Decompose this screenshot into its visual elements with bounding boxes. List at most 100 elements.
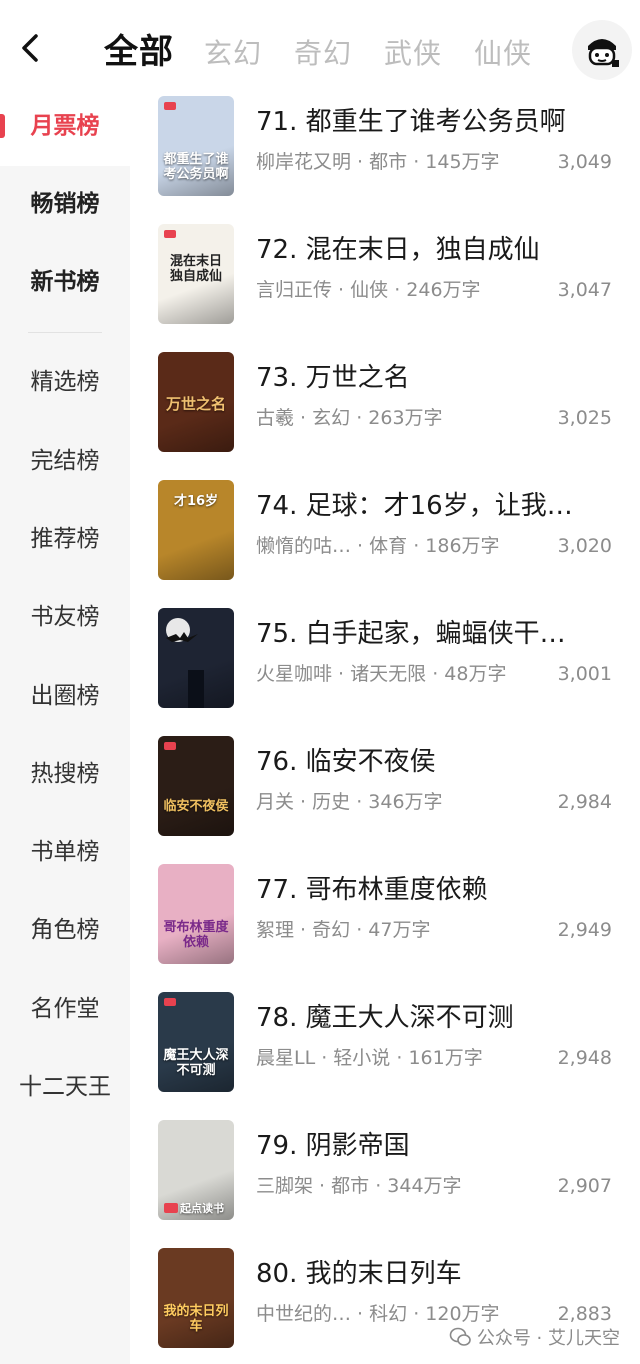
book-title: 80. 我的末日列车	[256, 1259, 462, 1289]
vote-count: 3,025	[557, 407, 612, 429]
book-genre: 诸天无限	[350, 663, 427, 685]
book-meta: 三脚架 · 都市 · 344万字	[256, 1175, 462, 1197]
book-author: 月关	[256, 791, 295, 813]
book-row[interactable]: 都重生了谁考公务员啊 71. 都重生了谁考公务员啊 柳岸花又明 · 都市 · 1…	[130, 96, 640, 224]
book-row[interactable]: 才16岁 74. 足球：才16岁，让我… 懒惰的咕… · 体育 · 186万字 …	[130, 480, 640, 608]
publisher-tag-icon	[164, 998, 176, 1006]
book-cover: 都重生了谁考公务员啊	[158, 96, 234, 196]
tab-label: 玄幻	[204, 37, 263, 70]
book-genre: 科幻	[369, 1303, 408, 1325]
sidebar-item-bestseller[interactable]: 畅销榜	[0, 188, 130, 220]
book-cover: 万世之名	[158, 352, 234, 452]
publisher-tag-icon	[164, 1203, 178, 1213]
sidebar-item-characters[interactable]: 角色榜	[0, 914, 130, 946]
top-bar: 全部 玄幻 奇幻 武侠 仙侠	[0, 0, 640, 96]
cover-title: 魔王大人深不可测	[163, 1048, 229, 1078]
book-row[interactable]: 临安不夜侯 76. 临安不夜侯 月关 · 历史 · 346万字 2,984	[130, 736, 640, 864]
book-word-count: 145万字	[425, 151, 500, 173]
book-meta: 晨星LL · 轻小说 · 161万字	[256, 1047, 483, 1069]
book-genre: 仙侠	[350, 279, 389, 301]
sidebar-item-booklist[interactable]: 书单榜	[0, 836, 130, 868]
sidebar-item-completed[interactable]: 完结榜	[0, 445, 130, 477]
category-tabs: 全部 玄幻 奇幻 武侠 仙侠	[104, 24, 564, 74]
cover-title: 才16岁	[173, 494, 219, 509]
book-cover: 哥布林重度依赖	[158, 864, 234, 964]
book-author: 晨星LL	[256, 1047, 316, 1069]
book-word-count: 246万字	[406, 279, 481, 301]
book-row[interactable]: 起点读书 79. 阴影帝国 三脚架 · 都市 · 344万字 2,907	[130, 1120, 640, 1248]
avatar-button[interactable]	[572, 20, 632, 80]
book-word-count: 186万字	[425, 535, 500, 557]
tab-xuanhuan[interactable]: 玄幻	[204, 34, 262, 74]
book-title: 78. 魔王大人深不可测	[256, 1003, 514, 1033]
book-row[interactable]: 75. 白手起家，蝙蝠侠干… 火星咖啡 · 诸天无限 · 48万字 3,001	[130, 608, 640, 736]
tab-xianxia[interactable]: 仙侠	[474, 34, 532, 74]
cover-title: 都重生了谁考公务员啊	[163, 152, 229, 182]
tab-qihuan[interactable]: 奇幻	[294, 34, 352, 74]
vote-count: 3,001	[557, 663, 612, 685]
book-cover: 起点读书	[158, 1120, 234, 1220]
book-meta: 懒惰的咕… · 体育 · 186万字	[256, 535, 500, 557]
book-row[interactable]: 魔王大人深不可测 78. 魔王大人深不可测 晨星LL · 轻小说 · 161万字…	[130, 992, 640, 1120]
sidebar-item-hall-of-fame[interactable]: 名作堂	[0, 993, 130, 1025]
vote-count: 2,907	[557, 1175, 612, 1197]
book-author: 三脚架	[256, 1175, 314, 1197]
book-genre: 玄幻	[312, 407, 351, 429]
book-cover: 我的末日列车	[158, 1248, 234, 1348]
book-meta: 火星咖啡 · 诸天无限 · 48万字	[256, 663, 507, 685]
book-title: 72. 混在末日，独自成仙	[256, 235, 540, 265]
book-author: 柳岸花又明	[256, 151, 352, 173]
book-row[interactable]: 混在末日 独自成仙 72. 混在末日，独自成仙 言归正传 · 仙侠 · 246万…	[130, 224, 640, 352]
sidebar-item-breakout[interactable]: 出圈榜	[0, 680, 130, 712]
book-meta: 絮理 · 奇幻 · 47万字	[256, 919, 431, 941]
book-word-count: 263万字	[368, 407, 443, 429]
book-row[interactable]: 万世之名 73. 万世之名 古羲 · 玄幻 · 263万字 3,025	[130, 352, 640, 480]
book-genre: 都市	[369, 151, 408, 173]
book-author: 火星咖啡	[256, 663, 333, 685]
sidebar-item-reader-friends[interactable]: 书友榜	[0, 601, 130, 633]
publisher-tag-icon	[164, 230, 176, 238]
book-genre: 奇幻	[312, 919, 351, 941]
wechat-icon	[449, 1327, 471, 1346]
tab-label: 仙侠	[474, 37, 533, 70]
book-word-count: 346万字	[368, 791, 443, 813]
book-cover	[158, 608, 234, 708]
ranking-sidebar: 月票榜 畅销榜 新书榜 精选榜 完结榜 推荐榜 书友榜 出圈榜 热搜榜 书单榜 …	[0, 96, 130, 1364]
tab-all[interactable]: 全部	[104, 30, 174, 74]
mascot-avatar-icon	[588, 39, 619, 67]
book-title: 71. 都重生了谁考公务员啊	[256, 107, 566, 137]
vote-count: 2,948	[557, 1047, 612, 1069]
watermark-text: 公众号 · 艾儿天空	[476, 1328, 620, 1349]
vote-count: 3,049	[557, 151, 612, 173]
cover-title: 我的末日列车	[163, 1304, 229, 1334]
cover-title: 临安不夜侯	[163, 799, 229, 814]
book-author: 言归正传	[256, 279, 333, 301]
book-title: 75. 白手起家，蝙蝠侠干…	[256, 619, 566, 649]
book-title: 79. 阴影帝国	[256, 1131, 410, 1161]
sidebar-item-hot-search[interactable]: 热搜榜	[0, 758, 130, 790]
book-meta: 月关 · 历史 · 346万字	[256, 791, 443, 813]
sidebar-item-recommended[interactable]: 推荐榜	[0, 523, 130, 555]
vote-count: 2,984	[557, 791, 612, 813]
book-word-count: 161万字	[408, 1047, 483, 1069]
book-row[interactable]: 哥布林重度依赖 77. 哥布林重度依赖 絮理 · 奇幻 · 47万字 2,949	[130, 864, 640, 992]
publisher-tag-icon	[164, 742, 176, 750]
cover-title: 起点读书	[180, 1202, 224, 1215]
book-title: 73. 万世之名	[256, 363, 410, 393]
book-cover: 混在末日 独自成仙	[158, 224, 234, 324]
book-word-count: 344万字	[387, 1175, 462, 1197]
sidebar-item-monthly-ticket[interactable]: 月票榜	[0, 110, 130, 142]
tab-wuxia[interactable]: 武侠	[384, 34, 442, 74]
book-word-count: 48万字	[444, 663, 507, 685]
sidebar-item-new-books[interactable]: 新书榜	[0, 266, 130, 298]
book-genre: 体育	[369, 535, 408, 557]
book-cover: 才16岁	[158, 480, 234, 580]
tab-label: 奇幻	[294, 37, 353, 70]
book-author: 古羲	[256, 407, 295, 429]
book-word-count: 120万字	[425, 1303, 500, 1325]
back-button[interactable]	[14, 28, 48, 68]
book-cover: 魔王大人深不可测	[158, 992, 234, 1092]
chevron-left-icon	[22, 34, 38, 62]
sidebar-item-featured[interactable]: 精选榜	[0, 366, 130, 398]
sidebar-item-twelve-kings[interactable]: 十二天王	[0, 1071, 130, 1103]
